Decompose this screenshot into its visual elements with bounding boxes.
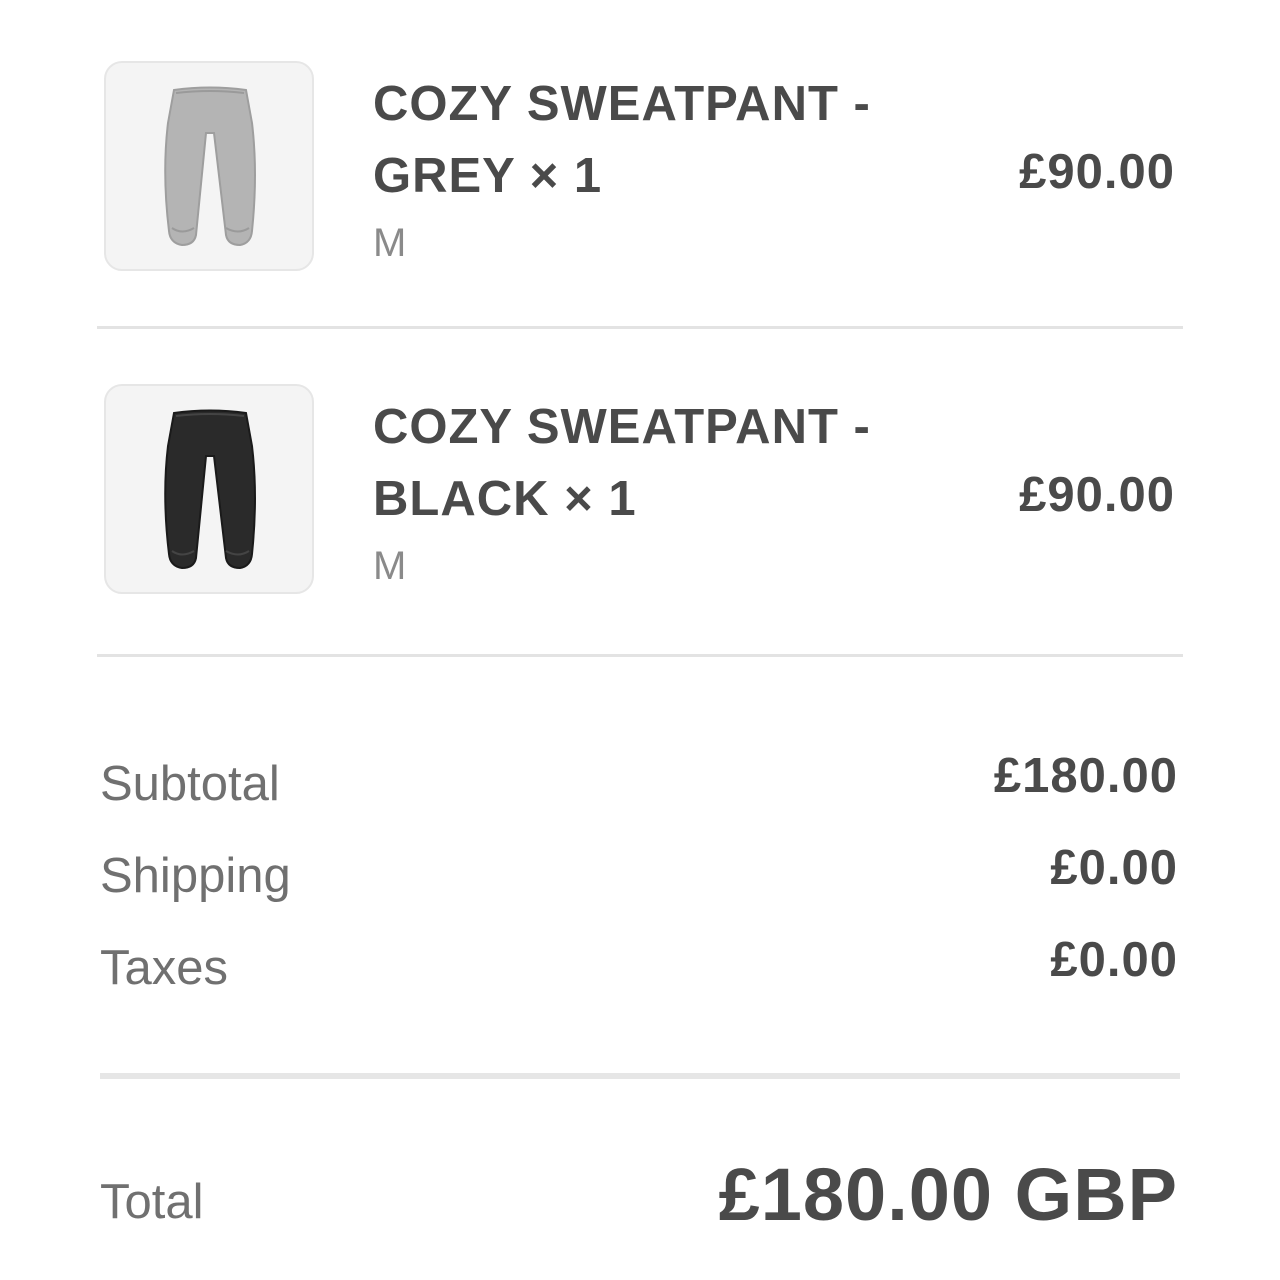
shipping-row: Shipping £0.00 — [0, 841, 1280, 904]
product-image — [104, 384, 314, 594]
product-title-line1: COZY SWEATPANT - — [373, 77, 871, 131]
product-price: £90.00 — [1019, 468, 1175, 522]
subtotal-label: Subtotal — [100, 757, 280, 811]
product-title-line2: BLACK × 1 — [373, 472, 637, 526]
product-title: COZY SWEATPANT - GREY × 1 — [373, 68, 933, 212]
total-value: £180.00 GBP — [718, 1153, 1178, 1236]
product-title: COZY SWEATPANT - BLACK × 1 — [373, 391, 933, 535]
shipping-value: £0.00 — [1050, 841, 1178, 895]
product-image — [104, 61, 314, 271]
divider — [97, 654, 1183, 657]
grey-sweatpant-thumbnail-icon — [164, 86, 256, 247]
product-title-line1: COZY SWEATPANT - — [373, 400, 871, 454]
total-label: Total — [100, 1175, 204, 1229]
taxes-label: Taxes — [100, 941, 229, 995]
line-item: COZY SWEATPANT - BLACK × 1 M £90.00 — [0, 383, 1280, 623]
black-sweatpant-thumbnail-icon — [164, 409, 256, 570]
product-variant: M — [373, 544, 407, 588]
shipping-label: Shipping — [100, 849, 291, 903]
divider — [97, 326, 1183, 329]
line-item: COZY SWEATPANT - GREY × 1 M £90.00 — [0, 60, 1280, 300]
subtotal-value: £180.00 — [993, 749, 1178, 803]
subtotal-row: Subtotal £180.00 — [0, 749, 1280, 812]
taxes-value: £0.00 — [1050, 933, 1178, 987]
product-price: £90.00 — [1019, 145, 1175, 199]
total-row: Total £180.00 GBP — [0, 1150, 1280, 1250]
order-summary: COZY SWEATPANT - GREY × 1 M £90.00 COZY … — [0, 0, 1280, 1280]
product-title-line2: GREY × 1 — [373, 149, 603, 203]
taxes-row: Taxes £0.00 — [0, 933, 1280, 996]
product-variant: M — [373, 221, 407, 265]
divider — [100, 1073, 1180, 1079]
